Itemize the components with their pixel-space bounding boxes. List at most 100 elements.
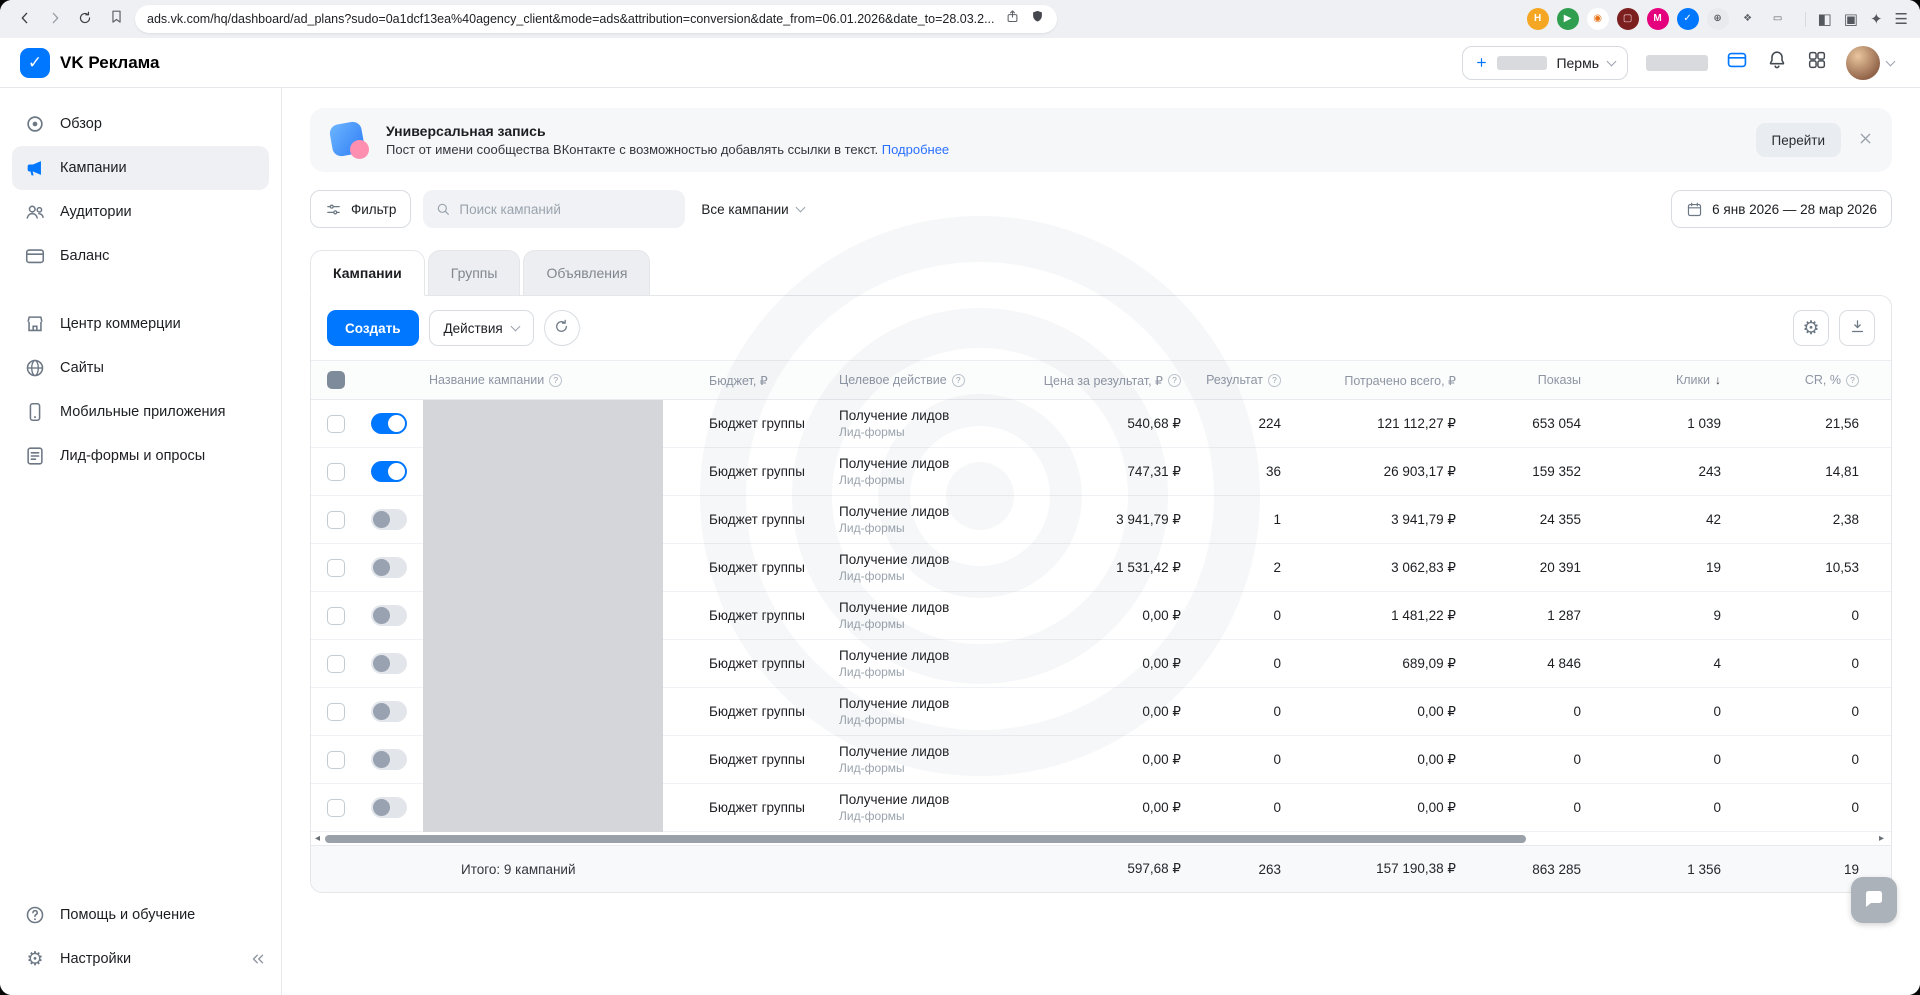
sidebar-item-overview[interactable]: Обзор (12, 102, 269, 146)
sidebar-item-sites[interactable]: Сайты (12, 346, 269, 390)
clicks-cell: 9 (1589, 608, 1729, 623)
campaign-scope-select[interactable]: Все кампании (697, 202, 807, 217)
back-button[interactable] (12, 6, 38, 32)
sidebar-item-commerce[interactable]: Центр коммерции (12, 302, 269, 346)
ext-m[interactable]: M (1647, 8, 1669, 30)
cpr-cell: 0,00 ₽ (1039, 800, 1189, 816)
export-button[interactable] (1839, 310, 1875, 346)
row-checkbox[interactable] (311, 463, 355, 481)
sidebar-item-campaigns[interactable]: Кампании (12, 146, 269, 190)
totals-cpr: 597,68 ₽ (1039, 861, 1189, 877)
chevron-down-icon (795, 203, 805, 213)
date-range-picker[interactable]: 6 янв 2026 — 28 мар 2026 (1671, 190, 1892, 228)
column-header[interactable]: Результат (1189, 373, 1289, 387)
sidebar-item-label: Центр коммерции (60, 316, 181, 332)
campaign-toggle[interactable] (371, 605, 407, 626)
campaign-toggle[interactable] (371, 701, 407, 722)
ext-screen[interactable]: ▢ (1617, 8, 1639, 30)
sidebar-item-mobile-apps[interactable]: Мобильные приложения (12, 390, 269, 434)
column-header[interactable]: Название кампании (419, 373, 699, 387)
refresh-button[interactable] (544, 310, 580, 346)
sidebar-item-label: Аудитории (60, 204, 132, 220)
campaign-toggle[interactable] (371, 749, 407, 770)
campaign-toggle[interactable] (371, 653, 407, 674)
tab-campaigns[interactable]: Кампании (310, 250, 425, 296)
tab-ads[interactable]: Объявления (523, 250, 650, 296)
select-all-checkbox[interactable] (311, 371, 355, 389)
sidebar-item-help[interactable]: Помощь и обучение (12, 893, 269, 937)
windows-icon[interactable]: ▣ (1844, 12, 1858, 27)
horizontal-scrollbar[interactable]: ◂ ▸ (311, 832, 1891, 846)
ext-vk[interactable]: ✓ (1677, 8, 1699, 30)
banner-go-button[interactable]: Перейти (1756, 123, 1842, 157)
ext-h[interactable]: H (1527, 8, 1549, 30)
sidebar-item-settings[interactable]: ⚙ Настройки (12, 937, 269, 981)
address-bar[interactable]: ads.vk.com/hq/dashboard/ad_plans?sudo=0a… (135, 5, 1057, 33)
banner-more-link[interactable]: Подробнее (882, 142, 949, 157)
row-checkbox[interactable] (311, 511, 355, 529)
scroll-left-icon[interactable]: ◂ (315, 832, 320, 846)
column-header[interactable]: Показы (1464, 373, 1589, 387)
budget-cell: Бюджет группы (699, 704, 829, 719)
menu-icon[interactable]: ☰ (1895, 12, 1908, 27)
search-input[interactable] (459, 202, 673, 217)
campaign-toggle[interactable] (371, 557, 407, 578)
search-box[interactable] (423, 190, 685, 228)
bookmark-icon[interactable] (108, 8, 125, 30)
totals-label: Итого: 9 кампаний (311, 862, 1039, 877)
column-header[interactable]: CR, % (1729, 373, 1891, 387)
scroll-right-icon[interactable]: ▸ (1879, 832, 1884, 846)
ext-card[interactable]: ▭ (1767, 8, 1789, 30)
table-body: Бюджет группыПолучение лидовЛид-формы540… (311, 400, 1891, 832)
profile-menu[interactable] (1846, 46, 1894, 80)
row-checkbox[interactable] (311, 607, 355, 625)
sidebar-item-lead-forms[interactable]: Лид-формы и опросы (12, 434, 269, 478)
ext-globe[interactable]: ⊕ (1707, 8, 1729, 30)
account-selector[interactable]: Пермь (1462, 46, 1628, 80)
row-checkbox[interactable] (311, 655, 355, 673)
sidebar-collapse-button[interactable] (249, 950, 267, 971)
payment-card-icon[interactable] (1726, 49, 1748, 76)
scrollbar-thumb[interactable] (325, 835, 1526, 843)
column-header[interactable]: Потрачено всего, ₽ (1289, 373, 1464, 388)
create-button[interactable]: Создать (327, 310, 419, 346)
forward-button[interactable] (42, 6, 68, 32)
apps-grid-icon[interactable] (1806, 49, 1828, 76)
sidebar-item-balance[interactable]: Баланс (12, 234, 269, 278)
column-header[interactable]: Цена за результат, ₽ (1039, 373, 1189, 388)
row-checkbox[interactable] (311, 703, 355, 721)
row-checkbox[interactable] (311, 799, 355, 817)
share-icon[interactable] (1005, 9, 1020, 29)
column-header[interactable]: Клики↓ (1589, 373, 1729, 387)
table-settings-button[interactable]: ⚙ (1793, 310, 1829, 346)
campaign-toggle[interactable] (371, 797, 407, 818)
support-chat-widget[interactable] (1851, 877, 1897, 923)
campaign-toggle[interactable] (371, 461, 407, 482)
campaign-toggle[interactable] (371, 509, 407, 530)
tab-groups[interactable]: Группы (428, 250, 521, 296)
filter-button[interactable]: Фильтр (310, 190, 411, 228)
actions-dropdown[interactable]: Действия (429, 310, 534, 346)
shield-icon[interactable] (1030, 9, 1045, 29)
banner-close-button[interactable] (1857, 130, 1874, 150)
sidebar-item-audiences[interactable]: Аудитории (12, 190, 269, 234)
row-checkbox[interactable] (311, 415, 355, 433)
redacted-campaign-names (423, 400, 663, 832)
reload-button[interactable] (72, 6, 98, 32)
side-panel-icon[interactable]: ◧ (1818, 12, 1832, 27)
spent-cell: 121 112,27 ₽ (1289, 416, 1464, 432)
wand-icon[interactable]: ✦ (1870, 12, 1883, 27)
column-header[interactable]: Целевое действие (829, 373, 1039, 387)
region-label: Пермь (1556, 55, 1599, 71)
column-header[interactable]: Бюджет, ₽ (699, 373, 829, 388)
ext-puzzle[interactable]: ❖ (1737, 8, 1759, 30)
notifications-bell-icon[interactable] (1766, 49, 1788, 76)
campaign-toggle[interactable] (371, 413, 407, 434)
impressions-cell: 4 846 (1464, 656, 1589, 671)
row-checkbox[interactable] (311, 559, 355, 577)
ext-play[interactable]: ▶ (1557, 8, 1579, 30)
clicks-cell: 42 (1589, 512, 1729, 527)
budget-cell: Бюджет группы (699, 416, 829, 431)
ext-record[interactable]: ◉ (1587, 8, 1609, 30)
row-checkbox[interactable] (311, 751, 355, 769)
